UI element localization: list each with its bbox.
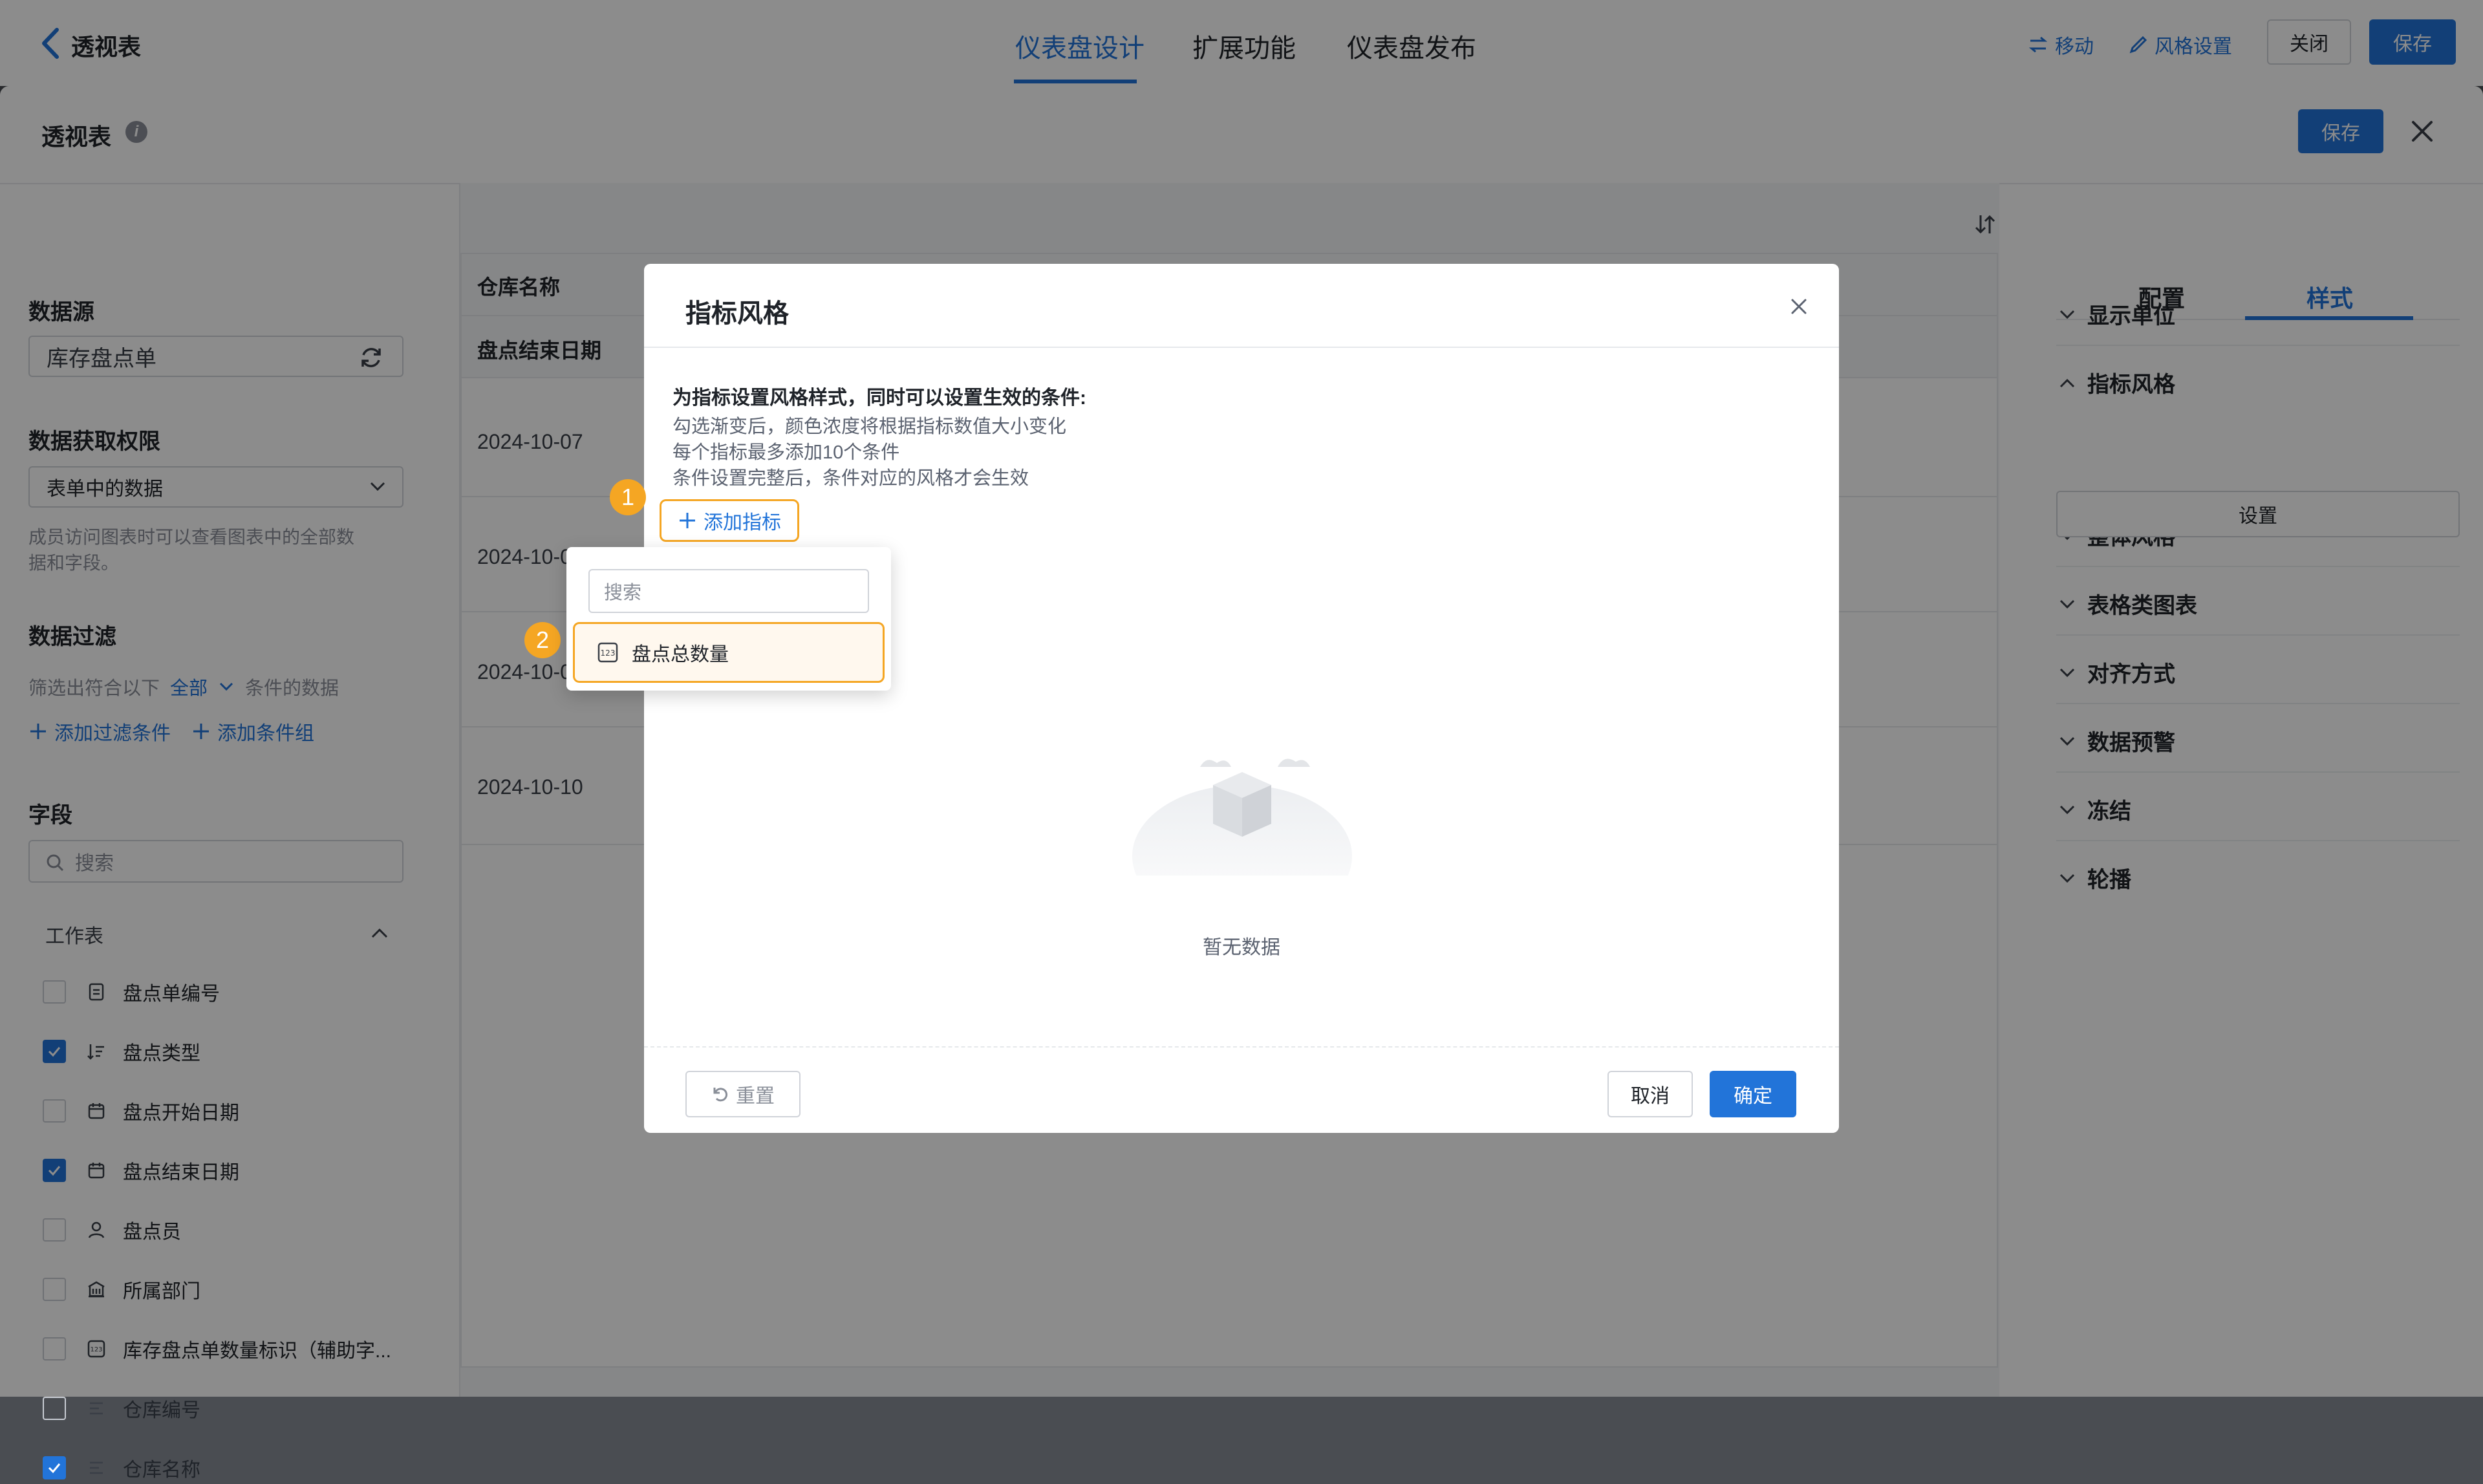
checkbox-checked[interactable] [43,1456,66,1479]
step-badge-1: 1 [610,479,646,515]
dialog-footer: 重置 取消 确定 [644,1046,1839,1134]
close-icon[interactable] [1790,297,1808,316]
checkbox[interactable] [43,1397,66,1420]
dialog-instruction: 勾选渐变后，颜色浓度将根据指标数值大小变化 [672,416,1067,437]
step-badge-2: 2 [524,622,561,658]
plus-icon [680,513,695,528]
check-icon [48,1463,61,1474]
dialog-header: 指标风格 [644,264,1839,348]
metric-search-input[interactable]: 搜索 [588,569,869,613]
cancel-button[interactable]: 取消 [1607,1071,1693,1117]
dialog-instruction-heading: 为指标设置风格样式，同时可以设置生效的条件: [672,387,1086,409]
dialog-instruction: 条件设置完整后，条件对应的风格才会生效 [672,468,1029,489]
field-item[interactable]: 仓库名称 [43,1452,200,1484]
dialog-instruction: 每个指标最多添加10个条件 [672,442,900,463]
dialog-title: 指标风格 [685,299,789,328]
empty-state-text: 暂无数据 [1203,937,1280,958]
reset-icon [713,1088,728,1102]
metric-option[interactable]: 123 盘点总数量 [573,622,885,683]
metric-dropdown: 搜索 123 盘点总数量 [566,547,891,691]
confirm-button[interactable]: 确定 [1710,1071,1796,1117]
number-field-icon: 123 [597,642,618,663]
svg-text:123: 123 [601,649,616,658]
reset-button[interactable]: 重置 [685,1071,801,1117]
field-item[interactable]: 仓库编号 [43,1392,200,1425]
text-lines-icon [85,1397,107,1419]
text-lines-icon [85,1457,107,1479]
add-metric-button[interactable]: 添加指标 [660,499,799,542]
field-label: 仓库名称 [123,1459,200,1481]
field-label: 仓库编号 [123,1400,200,1421]
empty-box-icon [1132,758,1352,876]
indicator-style-dialog: 指标风格 为指标设置风格样式，同时可以设置生效的条件: 勾选渐变后，颜色浓度将根… [644,264,1839,1133]
